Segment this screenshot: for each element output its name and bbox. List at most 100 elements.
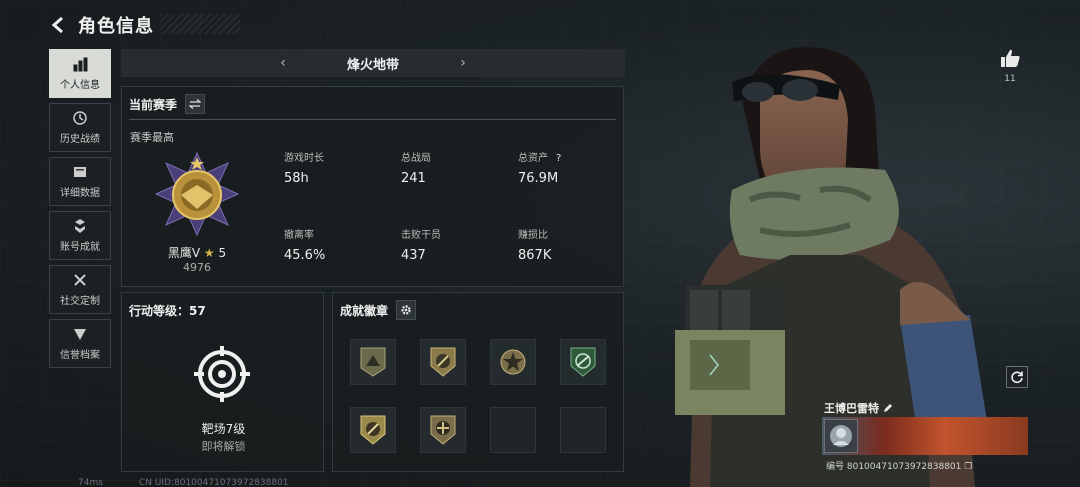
player-id: 编号 80100471073972838801 <box>826 462 962 472</box>
stat-value: 437 <box>401 248 426 263</box>
avatar-icon <box>830 425 852 447</box>
player-name: 王博巴雷特 <box>824 402 879 415</box>
achievement-icon <box>75 219 85 233</box>
player-name-row: 王博巴雷特 <box>824 400 893 416</box>
stat-value: 867K <box>518 248 552 263</box>
season-selector: ‹ 烽火地带 › <box>121 49 625 77</box>
emblem-badge-icon <box>430 415 456 445</box>
action-level-title: 行动等级：57 <box>129 304 206 318</box>
badge-settings-button[interactable] <box>396 300 417 320</box>
sidebar-item-label: 信誉档案 <box>60 350 100 361</box>
avatar[interactable] <box>824 419 858 453</box>
stat-value: 58h <box>284 171 309 186</box>
sidebar: 个人信息 历史战绩 详细数据 账号成就 社交定制 信誉档案 <box>49 49 111 368</box>
season-panel: 当前赛季 赛季最高 黑鹰V ★ 5 4976 游戏时长 58h 总战局 241 … <box>121 86 624 287</box>
rank-stars: 5 <box>218 246 227 260</box>
rank-display: 黑鹰V ★ 5 4976 <box>142 149 252 274</box>
badge-slot-empty[interactable] <box>560 407 606 453</box>
sidebar-item-personal-info[interactable]: 个人信息 <box>49 49 111 98</box>
season-panel-title: 当前赛季 <box>129 97 178 112</box>
action-level-panel: 行动等级：57 靶场7级 即将解锁 <box>121 292 324 472</box>
sidebar-item-label: 历史战绩 <box>60 134 100 145</box>
stat-label: 撤离率 <box>284 230 314 241</box>
bar-chart-icon <box>73 57 88 72</box>
stat-operators-defeated: 击败干员 437 <box>401 226 441 263</box>
badge-slot-empty[interactable] <box>490 407 536 453</box>
stat-label-text: 总资产 <box>518 153 548 164</box>
stat-total-matches: 总战局 241 <box>401 149 431 186</box>
season-highest-label: 赛季最高 <box>130 131 174 144</box>
status-footer: 74ms CN UID:80100471073972838801 <box>78 478 289 487</box>
sidebar-item-credit[interactable]: 信誉档案 <box>49 319 111 368</box>
sidebar-item-details[interactable]: 详细数据 <box>49 157 111 206</box>
badge-slot[interactable] <box>350 407 396 453</box>
page-title: 角色信息 <box>78 16 154 37</box>
mountain-badge-icon <box>360 347 386 377</box>
rank-points: 4976 <box>183 261 211 274</box>
stat-profit-loss: 赚损比 867K <box>518 226 551 263</box>
folder-icon <box>74 167 86 177</box>
copy-icon[interactable]: ❐ <box>964 462 972 472</box>
badge-grid <box>350 339 606 453</box>
like-count: 11 <box>1004 74 1016 84</box>
tools-icon <box>74 274 86 286</box>
star-icon: ★ <box>203 246 215 260</box>
stat-total-assets: 总资产? 76.9M <box>518 149 561 186</box>
unlock-status: 即将解锁 <box>201 440 246 453</box>
edit-icon[interactable] <box>883 403 893 413</box>
back-arrow-icon[interactable] <box>50 12 68 38</box>
like-button[interactable]: 11 <box>998 48 1022 84</box>
rotate-character-button[interactable] <box>1006 366 1028 388</box>
header-decoration <box>160 14 240 34</box>
credit-icon <box>74 329 86 340</box>
badge-panel-title: 成就徽章 <box>340 303 389 318</box>
badge-slot[interactable] <box>490 339 536 385</box>
divider <box>129 119 616 120</box>
history-icon <box>73 111 87 125</box>
sidebar-item-achievements[interactable]: 账号成就 <box>49 211 111 260</box>
shield-badge-icon <box>430 347 456 377</box>
stat-label: 游戏时长 <box>284 153 324 164</box>
green-shield-badge-icon <box>570 347 596 377</box>
sidebar-item-social[interactable]: 社交定制 <box>49 265 111 314</box>
rank-emblem-icon <box>154 151 240 237</box>
rank-name: 黑鹰V ★ 5 <box>142 244 252 261</box>
refresh-icon <box>1011 371 1023 384</box>
stat-value: 76.9M <box>518 171 559 186</box>
rank-tier: 黑鹰V <box>167 246 201 260</box>
swap-icon <box>189 99 202 109</box>
sidebar-item-history[interactable]: 历史战绩 <box>49 103 111 152</box>
achievement-badges-panel: 成就徽章 <box>332 292 624 472</box>
stat-value: 241 <box>401 171 426 186</box>
target-icon <box>194 346 250 402</box>
sidebar-item-label: 账号成就 <box>60 242 100 253</box>
badge-slot[interactable] <box>420 407 466 453</box>
stat-label: 击败干员 <box>401 230 441 241</box>
page-header: 角色信息 <box>50 12 154 38</box>
next-season-icon[interactable]: › <box>453 55 473 71</box>
stat-value: 45.6% <box>284 248 326 263</box>
sidebar-item-label: 个人信息 <box>60 80 100 91</box>
stat-playtime: 游戏时长 58h <box>284 149 324 186</box>
sidebar-item-label: 详细数据 <box>60 188 100 199</box>
footer-uid: CN UID:80100471073972838801 <box>138 478 289 487</box>
prev-season-icon[interactable]: ‹ <box>273 55 293 71</box>
help-icon[interactable]: ? <box>556 153 561 164</box>
player-card[interactable]: 王博巴雷特 编号 80100471073972838801 ❐ <box>822 398 1028 474</box>
stat-label: 赚损比 <box>518 230 548 241</box>
player-id-row: 编号 80100471073972838801 ❐ <box>826 459 972 472</box>
stat-label: 总战局 <box>401 153 431 164</box>
badge-slot[interactable] <box>420 339 466 385</box>
badge-slot[interactable] <box>350 339 396 385</box>
star-badge-icon <box>500 349 526 375</box>
season-name: 烽火地带 <box>346 57 399 73</box>
gold-shield-badge-icon <box>360 415 386 445</box>
stat-extraction-rate: 撤离率 45.6% <box>284 226 325 263</box>
badge-slot[interactable] <box>560 339 606 385</box>
target-range-name: 靶场7级 <box>201 422 246 436</box>
thumbs-up-icon <box>1001 49 1020 67</box>
gear-icon <box>401 305 411 315</box>
ping-display: 74ms <box>78 478 103 487</box>
switch-season-button[interactable] <box>185 94 206 114</box>
stat-label: 总资产? <box>518 149 561 164</box>
